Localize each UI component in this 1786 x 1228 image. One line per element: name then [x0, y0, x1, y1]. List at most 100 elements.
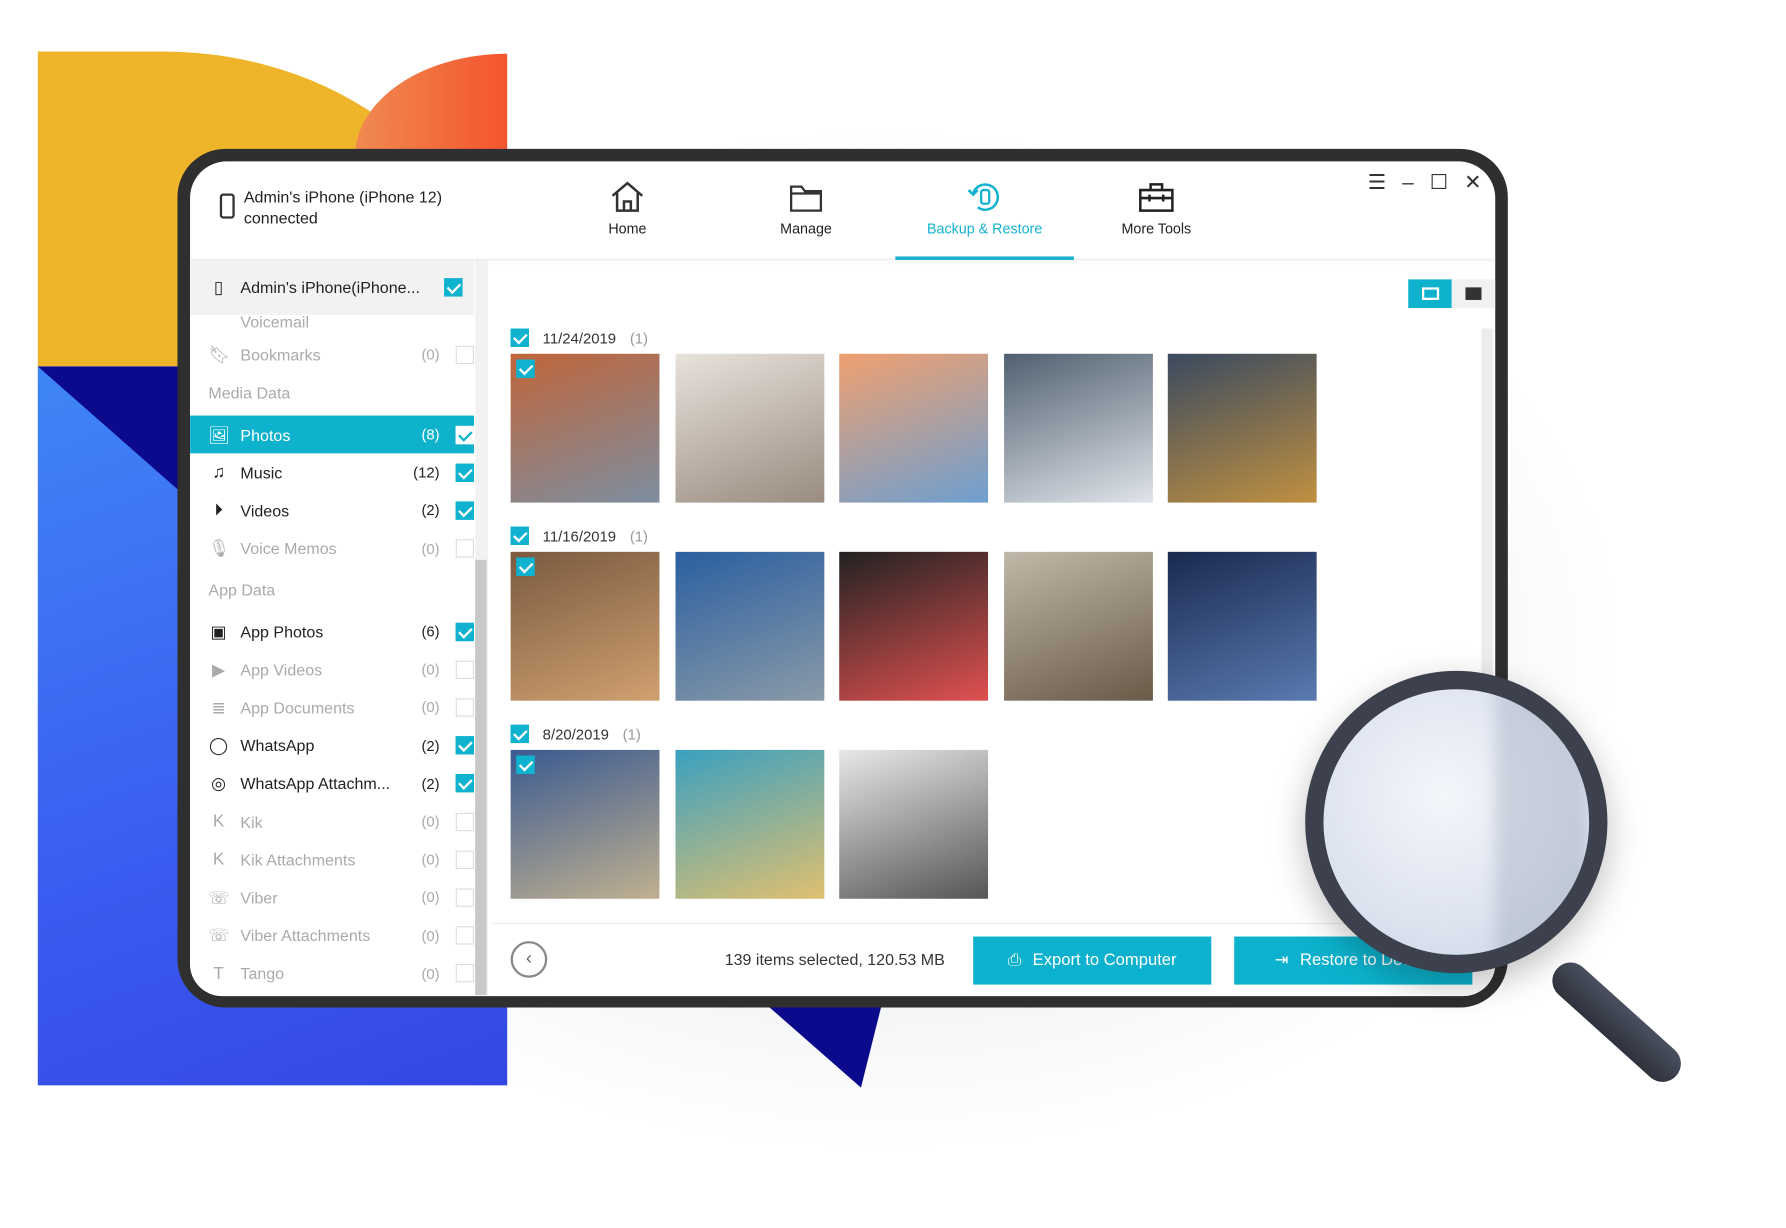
- checkbox[interactable]: [510, 526, 529, 545]
- menu-icon[interactable]: ☰: [1368, 171, 1386, 195]
- footer: ‹ 139 items selected, 120.53 MB ⎙ Export …: [492, 922, 1496, 997]
- checkbox[interactable]: [455, 463, 474, 482]
- checkbox[interactable]: [455, 888, 474, 907]
- sidebar-item-viber[interactable]: ☏ Viber (0): [190, 879, 474, 917]
- checkbox[interactable]: [455, 926, 474, 945]
- photo-thumbnail[interactable]: [1003, 353, 1153, 503]
- sidebar-item-voice-memos[interactable]: 🎙︎ Voice Memos (0): [190, 530, 474, 568]
- sidebar-item-label: Bookmarks: [240, 345, 321, 364]
- item-count: (0): [421, 698, 440, 717]
- list-view-icon[interactable]: [1451, 279, 1496, 308]
- sidebar-scroll-thumb[interactable]: [475, 559, 487, 995]
- sidebar-device-row[interactable]: ▯ Admin's iPhone(iPhone...: [190, 259, 474, 315]
- sidebar-item-label: Tango: [240, 964, 285, 983]
- sidebar-item-kik-attachments[interactable]: K Kik Attachments (0): [190, 841, 474, 879]
- photo-thumbnail[interactable]: [674, 551, 824, 701]
- checkbox[interactable]: [455, 425, 474, 444]
- photo-thumbnail[interactable]: [1167, 353, 1317, 503]
- close-icon[interactable]: ✕: [1464, 171, 1481, 195]
- sidebar-item-viber-attachments[interactable]: ☏ Viber Attachments (0): [190, 917, 474, 955]
- minimize-icon[interactable]: –: [1402, 171, 1413, 195]
- magnifier-glass-icon: [1305, 670, 1608, 974]
- sidebar-item-label: App Photos: [240, 622, 324, 641]
- checkbox[interactable]: [516, 359, 535, 378]
- checkbox[interactable]: [444, 278, 463, 297]
- tab-label: Backup & Restore: [926, 220, 1043, 237]
- photo-thumbnail[interactable]: [1167, 551, 1317, 701]
- date-group-header: 11/16/2019 (1): [510, 526, 648, 545]
- date-group-header: 8/20/2019 (1): [510, 724, 641, 744]
- group-count: (1): [622, 725, 641, 743]
- checkbox[interactable]: [510, 724, 529, 744]
- item-count: (6): [421, 622, 440, 640]
- photo-thumbnail[interactable]: [839, 749, 989, 899]
- tab-more-tools[interactable]: More Tools: [1067, 161, 1246, 259]
- tab-label: More Tools: [1121, 220, 1192, 237]
- maximize-icon[interactable]: ☐: [1430, 171, 1448, 195]
- app-video-icon: ▶: [212, 660, 226, 680]
- sidebar-item-music[interactable]: ♫ Music (12): [190, 454, 474, 492]
- sidebar-item-tango[interactable]: T Tango (0): [190, 955, 474, 993]
- checkbox[interactable]: [455, 964, 474, 983]
- sidebar-item-app-documents[interactable]: ≣ App Documents (0): [190, 689, 474, 727]
- sidebar-item-bookmarks[interactable]: 🔖︎ Bookmarks (0): [190, 335, 474, 373]
- item-count: (2): [421, 501, 440, 520]
- checkbox[interactable]: [516, 557, 535, 576]
- checkbox[interactable]: [516, 755, 535, 774]
- header: Admin's iPhone (iPhone 12) connected Home…: [190, 161, 1496, 260]
- button-label: Export to Computer: [1032, 951, 1177, 970]
- item-count: (0): [421, 345, 440, 363]
- tab-manage[interactable]: Manage: [717, 161, 896, 259]
- sidebar-item-videos[interactable]: ⏵ Videos (2): [190, 492, 474, 530]
- photo-thumbnail[interactable]: [674, 749, 824, 899]
- tab-label: Manage: [780, 220, 832, 237]
- checkbox[interactable]: [455, 736, 474, 755]
- sidebar-item-label: WhatsApp: [240, 736, 315, 755]
- back-button[interactable]: ‹: [510, 941, 548, 978]
- checkbox[interactable]: [455, 698, 474, 717]
- sidebar-item-label: Voice Memos: [240, 539, 337, 558]
- checkbox[interactable]: [510, 328, 529, 347]
- photo-thumbnail[interactable]: [510, 353, 660, 503]
- group-date: 8/20/2019: [542, 725, 609, 743]
- sidebar-item-app-photos[interactable]: ▣ App Photos (6): [190, 613, 474, 651]
- sidebar-item-label: Photos: [240, 425, 291, 444]
- sidebar-item-label: Admin's iPhone(iPhone...: [240, 278, 420, 297]
- checkbox[interactable]: [455, 774, 474, 793]
- item-count: (0): [421, 926, 440, 945]
- checkbox[interactable]: [455, 622, 474, 641]
- tab-home[interactable]: Home: [538, 161, 717, 259]
- photo-thumbnail[interactable]: [510, 551, 660, 701]
- tab-label: Home: [608, 220, 647, 237]
- tab-backup-restore[interactable]: Backup & Restore: [895, 161, 1074, 260]
- grid-view-icon[interactable]: [1408, 279, 1452, 308]
- photo-thumbnail[interactable]: [839, 551, 989, 701]
- checkbox[interactable]: [455, 660, 474, 679]
- date-group-header: 11/24/2019 (1): [510, 328, 648, 347]
- photo-thumbnail[interactable]: [1003, 551, 1153, 701]
- tango-icon: T: [213, 963, 224, 984]
- sidebar-item-whatsapp[interactable]: ◯ WhatsApp (2): [190, 727, 474, 765]
- sidebar-item-kik[interactable]: K Kik (0): [190, 803, 474, 841]
- photo-thumbnail[interactable]: [674, 353, 824, 503]
- item-count: (8): [421, 425, 440, 444]
- sidebar-item-photos[interactable]: 🖼︎ Photos (8): [190, 415, 474, 454]
- export-to-computer-button[interactable]: ⎙ Export to Computer: [973, 936, 1212, 985]
- item-count: (12): [413, 463, 440, 482]
- checkbox[interactable]: [455, 539, 474, 558]
- sidebar-item-whatsapp-attachm[interactable]: ◎ WhatsApp Attachm... (2): [190, 765, 474, 803]
- sidebar-item-app-videos[interactable]: ▶ App Videos (0): [190, 651, 474, 689]
- checkbox[interactable]: [455, 850, 474, 869]
- checkbox[interactable]: [455, 345, 474, 364]
- bookmark-icon: 🔖︎: [208, 345, 231, 365]
- photo-thumbnail[interactable]: [510, 749, 660, 899]
- phone-icon: ▯: [213, 278, 224, 298]
- item-count: (0): [421, 660, 440, 678]
- photo-thumbnail[interactable]: [839, 353, 989, 503]
- item-count: (0): [421, 812, 440, 831]
- checkbox[interactable]: [455, 812, 474, 831]
- section-app-data: App Data: [208, 580, 276, 599]
- item-count: (0): [421, 539, 440, 558]
- sidebar-item-label: Kik Attachments: [240, 850, 356, 869]
- checkbox[interactable]: [455, 501, 474, 520]
